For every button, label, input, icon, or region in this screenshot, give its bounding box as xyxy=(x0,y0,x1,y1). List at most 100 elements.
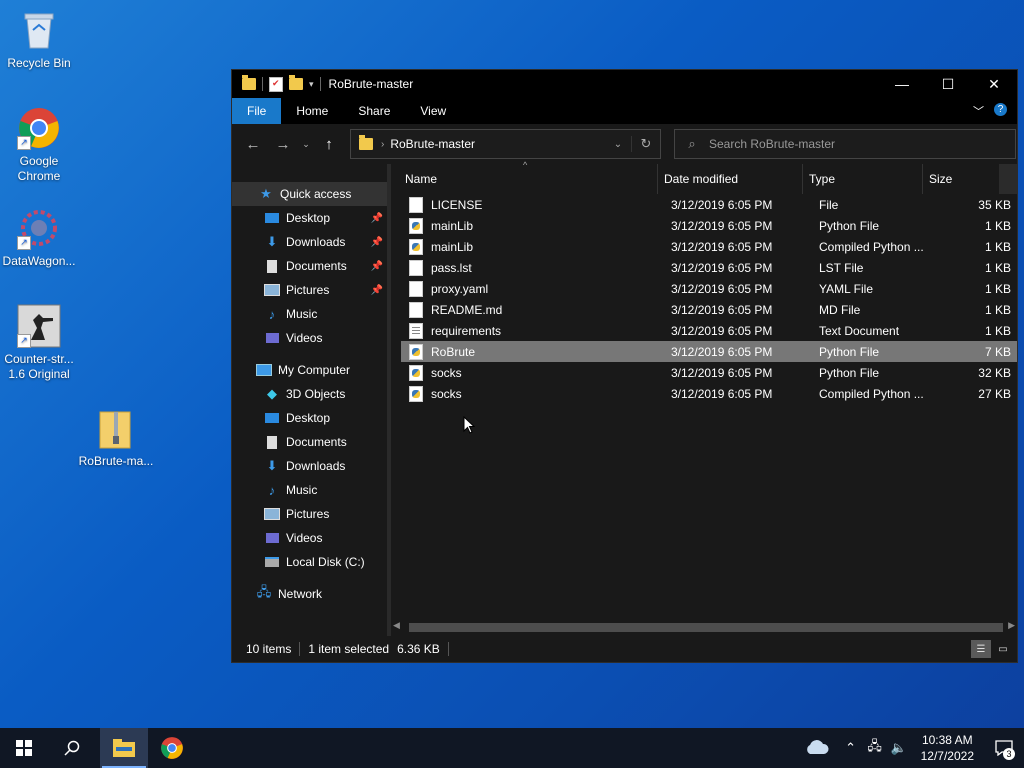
tab-home[interactable]: Home xyxy=(281,98,343,124)
onedrive-icon[interactable] xyxy=(795,739,839,758)
desktop-icon-counter-strike[interactable]: ↗ Counter-str... 1.6 Original xyxy=(1,304,77,382)
file-row[interactable]: pass.lst 3/12/2019 6:05 PM LST File 1 KB xyxy=(405,257,1017,278)
nav-quick-access[interactable]: ★ Quick access xyxy=(232,182,388,206)
back-button[interactable]: ← xyxy=(238,136,268,153)
counter-strike-icon: ↗ xyxy=(17,304,61,348)
close-button[interactable]: ✕ xyxy=(971,70,1017,98)
file-icon xyxy=(409,280,423,297)
navigation-pane: ★ Quick access Desktop 📌 ⬇ Downloads 📌 D… xyxy=(232,164,388,636)
nav-pictures[interactable]: Pictures 📌 xyxy=(232,278,387,302)
ribbon-tabs: File Home Share View ﹀ ? xyxy=(232,98,1017,124)
recent-locations-button[interactable]: ⌄ xyxy=(298,139,314,150)
file-row[interactable]: LICENSE 3/12/2019 6:05 PM File 35 KB xyxy=(405,194,1017,215)
folder-icon xyxy=(242,75,256,90)
nav-music[interactable]: ♪ Music xyxy=(232,302,387,326)
nav-pictures-pc[interactable]: Pictures xyxy=(232,502,387,526)
address-bar[interactable]: › RoBrute-master ⌄ ↻ xyxy=(350,129,661,159)
3d-objects-icon: ◆ xyxy=(267,386,277,401)
nav-3d-objects[interactable]: ◆ 3D Objects xyxy=(232,382,387,406)
python-file-icon xyxy=(409,343,423,360)
column-header-date[interactable]: Date modified xyxy=(658,164,803,194)
desktop-icon-recycle-bin[interactable]: Recycle Bin xyxy=(1,8,77,71)
tab-view[interactable]: View xyxy=(405,98,461,124)
nav-music-pc[interactable]: ♪ Music xyxy=(232,478,387,502)
column-header-type[interactable]: Type xyxy=(803,164,923,194)
show-hidden-icons-icon[interactable]: ⌃ xyxy=(839,740,863,756)
file-row[interactable]: proxy.yaml 3/12/2019 6:05 PM YAML File 1… xyxy=(405,278,1017,299)
address-dropdown-icon[interactable]: ⌄ xyxy=(605,139,631,150)
nav-desktop[interactable]: Desktop 📌 xyxy=(232,206,387,230)
desktop-icon-datawagon[interactable]: ↗ DataWagon... xyxy=(1,206,77,269)
recycle-bin-icon xyxy=(17,8,61,52)
nav-desktop-pc[interactable]: Desktop xyxy=(232,406,387,430)
nav-documents-pc[interactable]: Documents xyxy=(232,430,387,454)
clock[interactable]: 10:38 AM 12/7/2022 xyxy=(911,732,984,764)
nav-downloads[interactable]: ⬇ Downloads 📌 xyxy=(232,230,387,254)
nav-my-computer[interactable]: My Computer xyxy=(232,358,387,382)
desktop-icon-robrute-folder[interactable]: RoBrute-ma... xyxy=(78,406,154,469)
breadcrumb-robrute-master[interactable]: RoBrute-master xyxy=(390,137,475,151)
scroll-left-icon[interactable]: ◀ xyxy=(393,620,400,631)
videos-icon xyxy=(264,531,280,545)
file-row[interactable]: mainLib 3/12/2019 6:05 PM Compiled Pytho… xyxy=(405,236,1017,257)
pin-icon: 📌 xyxy=(370,284,384,296)
nav-videos[interactable]: Videos xyxy=(232,326,387,350)
tab-share[interactable]: Share xyxy=(343,98,405,124)
details-view-icon[interactable]: ☰ xyxy=(971,640,991,658)
nav-downloads-pc[interactable]: ⬇ Downloads xyxy=(232,454,387,478)
minimize-button[interactable]: — xyxy=(879,70,925,98)
nav-network[interactable]: 🖧 Network xyxy=(232,582,387,606)
refresh-icon[interactable]: ↻ xyxy=(631,136,660,152)
file-row-selected[interactable]: RoBrute 3/12/2019 6:05 PM Python File 7 … xyxy=(401,341,1017,362)
customize-toolbar-icon[interactable]: ▾ xyxy=(309,79,314,90)
desktop-icon-google-chrome[interactable]: ↗ Google Chrome xyxy=(1,106,77,184)
taskbar-file-explorer[interactable] xyxy=(100,728,148,768)
zip-folder-icon xyxy=(94,406,138,450)
column-header-size[interactable]: Size xyxy=(923,164,1000,194)
expand-ribbon-icon[interactable]: ﹀ xyxy=(973,103,984,119)
scrollbar-thumb[interactable] xyxy=(409,623,1003,632)
properties-icon[interactable]: ✔ xyxy=(269,76,283,92)
search-input[interactable]: Search RoBrute-master xyxy=(709,137,835,151)
shortcut-arrow-icon: ↗ xyxy=(17,236,31,250)
volume-icon[interactable]: 🔈 xyxy=(887,740,911,756)
help-icon[interactable]: ? xyxy=(994,103,1007,116)
selection-size: 6.36 KB xyxy=(389,642,449,656)
file-row[interactable]: mainLib 3/12/2019 6:05 PM Python File 1 … xyxy=(405,215,1017,236)
file-row[interactable]: socks 3/12/2019 6:05 PM Compiled Python … xyxy=(405,383,1017,404)
window-controls: — ☐ ✕ xyxy=(879,70,1017,98)
large-icons-view-icon[interactable]: ▭ xyxy=(993,640,1013,658)
download-icon: ⬇ xyxy=(266,234,278,249)
forward-button[interactable]: → xyxy=(268,136,298,153)
desktop-icon-label: DataWagon... xyxy=(2,254,76,268)
column-headers: ^ Name Date modified Type Size xyxy=(391,160,1017,194)
tab-file[interactable]: File xyxy=(232,98,282,124)
file-row[interactable]: requirements 3/12/2019 6:05 PM Text Docu… xyxy=(405,320,1017,341)
clock-time: 10:38 AM xyxy=(921,733,973,747)
nav-videos-pc[interactable]: Videos xyxy=(232,526,387,550)
network-icon: 🖧 xyxy=(256,584,272,599)
python-file-icon xyxy=(409,364,423,381)
desktop-icon xyxy=(264,211,280,225)
up-button[interactable]: ↑ xyxy=(314,136,344,153)
scroll-right-icon[interactable]: ▶ xyxy=(1008,620,1015,631)
new-folder-icon[interactable] xyxy=(289,75,303,90)
desktop-icon-label: RoBrute-ma... xyxy=(78,454,154,468)
search-box[interactable]: ⌕ Search RoBrute-master xyxy=(674,129,1016,159)
taskbar-chrome[interactable] xyxy=(148,728,196,768)
pin-icon: 📌 xyxy=(370,236,384,248)
start-button[interactable] xyxy=(0,728,48,768)
nav-documents[interactable]: Documents 📌 xyxy=(232,254,387,278)
horizontal-scrollbar[interactable]: ◀ ▶ xyxy=(391,620,1017,634)
search-button[interactable] xyxy=(48,728,96,768)
network-status-icon[interactable]: 🖧 xyxy=(863,737,887,759)
pictures-icon xyxy=(264,283,280,297)
maximize-button[interactable]: ☐ xyxy=(925,70,971,98)
taskbar: ⌃ 🖧 🔈 10:38 AM 12/7/2022 3 xyxy=(0,728,1024,768)
file-row[interactable]: socks 3/12/2019 6:05 PM Python File 32 K… xyxy=(405,362,1017,383)
nav-local-disk[interactable]: Local Disk (C:) xyxy=(232,550,387,574)
title-bar[interactable]: ✔ ▾ RoBrute-master — ☐ ✕ xyxy=(232,70,1017,98)
window-title: RoBrute-master xyxy=(328,77,414,91)
file-row[interactable]: README.md 3/12/2019 6:05 PM MD File 1 KB xyxy=(405,299,1017,320)
action-center-button[interactable]: 3 xyxy=(984,728,1024,768)
